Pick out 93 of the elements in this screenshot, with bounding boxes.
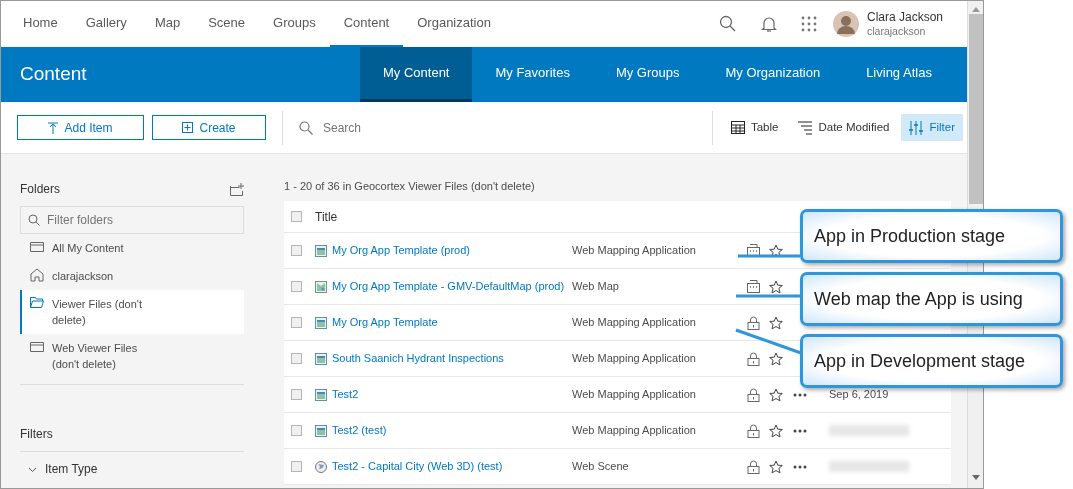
search-icon[interactable] [718, 15, 737, 33]
select-all-checkbox[interactable] [291, 211, 302, 222]
more-icon[interactable] [793, 392, 807, 397]
map-thumbnail-icon [315, 280, 327, 293]
column-header: Title [315, 208, 338, 226]
item-title-link[interactable]: Test2 - Capital City (Web 3D) (test) [332, 458, 503, 475]
nav-tab[interactable]: Map [140, 1, 195, 47]
item-title-link[interactable]: My Org App Template - GMV-DefaultMap (prod) [332, 278, 565, 295]
star-icon[interactable] [769, 459, 783, 474]
folder-icon [30, 240, 44, 254]
add-folder-icon[interactable] [230, 182, 244, 196]
callout: App in Production stage [800, 209, 1063, 263]
callout: App in Development stage [800, 334, 1063, 388]
nav-tab[interactable]: Gallery [71, 1, 141, 47]
star-icon[interactable] [769, 387, 783, 402]
apps-grid-icon[interactable] [800, 16, 817, 32]
item-type: Web Mapping Application [572, 423, 697, 439]
callout: Web map the App is using [800, 272, 1063, 326]
row-checkbox[interactable] [291, 317, 302, 328]
section-title: Folders [20, 181, 60, 198]
item-title-link[interactable]: Test2 (test) [332, 422, 387, 439]
item-type: Web Scene [572, 459, 630, 475]
bell-icon[interactable] [760, 15, 777, 33]
more-icon[interactable] [793, 428, 807, 433]
leader-line [735, 328, 802, 355]
app-thumbnail-icon [315, 352, 327, 365]
nav-tab[interactable]: Home [9, 1, 72, 47]
leader-line [738, 254, 800, 258]
folder-item[interactable]: clarajackson [20, 262, 244, 290]
results-summary: 1 - 20 of 36 in Geocortex Viewer Files (don't delete) [284, 180, 536, 192]
scrollbar-thumb[interactable] [968, 14, 983, 204]
user-handle: clarajackson [866, 24, 927, 38]
item-title-link[interactable]: My Org App Template [332, 314, 438, 331]
subnav-tab[interactable]: My Groups [592, 47, 703, 102]
folder-item[interactable]: Viewer Files (don't delete) [20, 290, 244, 334]
section-title: Filters [20, 425, 244, 452]
view-button[interactable]: Date Modified [790, 114, 898, 141]
item-type: Web Map [572, 279, 620, 295]
star-icon[interactable] [769, 351, 783, 366]
app-thumbnail-icon [315, 244, 327, 257]
filter-field[interactable]: Filter folders [20, 206, 244, 234]
subnav-tab[interactable]: Living Atlas [843, 47, 955, 102]
search-icon [28, 214, 40, 226]
star-icon[interactable] [769, 423, 783, 438]
scroll-down-icon[interactable] [971, 475, 980, 480]
row-checkbox[interactable] [291, 245, 302, 256]
folder-item[interactable]: Web Viewer Files (don't delete) [20, 334, 244, 378]
avatar-icon[interactable] [832, 11, 859, 37]
star-icon[interactable] [769, 279, 783, 294]
subnav-tab[interactable]: My Organization [702, 47, 844, 102]
item-title-link[interactable]: Test2 [332, 386, 359, 403]
nav-tab[interactable]: Groups [259, 1, 330, 47]
star-icon[interactable] [769, 315, 783, 330]
item-type: Web Mapping Application [572, 243, 697, 259]
user-name: Clara Jackson [866, 10, 943, 24]
item-title-link[interactable]: South Saanich Hydrant Inspections [332, 350, 504, 367]
subnav-tab[interactable]: My Content [360, 47, 473, 102]
row-checkbox[interactable] [291, 389, 302, 400]
folder-icon [30, 340, 44, 354]
upload-icon [48, 121, 59, 134]
item-type: Web Mapping Application [572, 351, 697, 367]
search-icon [299, 120, 313, 135]
view-button[interactable]: Filter [901, 114, 963, 141]
more-icon[interactable] [793, 464, 807, 469]
sort-icon [798, 120, 813, 135]
page-title: Content [19, 62, 88, 87]
filter-group-toggle[interactable]: Item Type [20, 452, 244, 478]
view-button[interactable]: Table [722, 114, 787, 141]
add-item-button[interactable]: Add Item [17, 115, 144, 140]
app-thumbnail-icon [315, 316, 327, 329]
item-title-link[interactable]: My Org App Template (prod) [332, 242, 470, 259]
open-folder-icon [30, 296, 44, 310]
plus-icon [182, 122, 194, 133]
subnav-tab[interactable]: My Favorites [472, 47, 593, 102]
table-icon [730, 120, 745, 135]
nav-tab[interactable]: Organization [403, 1, 505, 47]
row-checkbox[interactable] [291, 281, 302, 292]
create-button[interactable]: Create [152, 115, 266, 140]
item-type: Web Mapping Application [572, 387, 697, 403]
item-type: Web Mapping Application [572, 315, 697, 331]
sliders-icon [909, 120, 924, 135]
row-checkbox[interactable] [291, 353, 302, 364]
row-checkbox[interactable] [291, 425, 302, 436]
app-thumbnail-icon [315, 388, 327, 401]
home-icon [30, 268, 44, 282]
search-field[interactable]: Search [321, 117, 621, 138]
leader-line [736, 294, 800, 298]
star-icon[interactable] [769, 243, 783, 258]
folder-item[interactable]: All My Content [20, 234, 244, 262]
nav-tab[interactable]: Scene [194, 1, 260, 47]
row-checkbox[interactable] [291, 461, 302, 472]
modified-date: Sep 6, 2019 [829, 387, 889, 403]
app-thumbnail-icon [315, 424, 327, 437]
